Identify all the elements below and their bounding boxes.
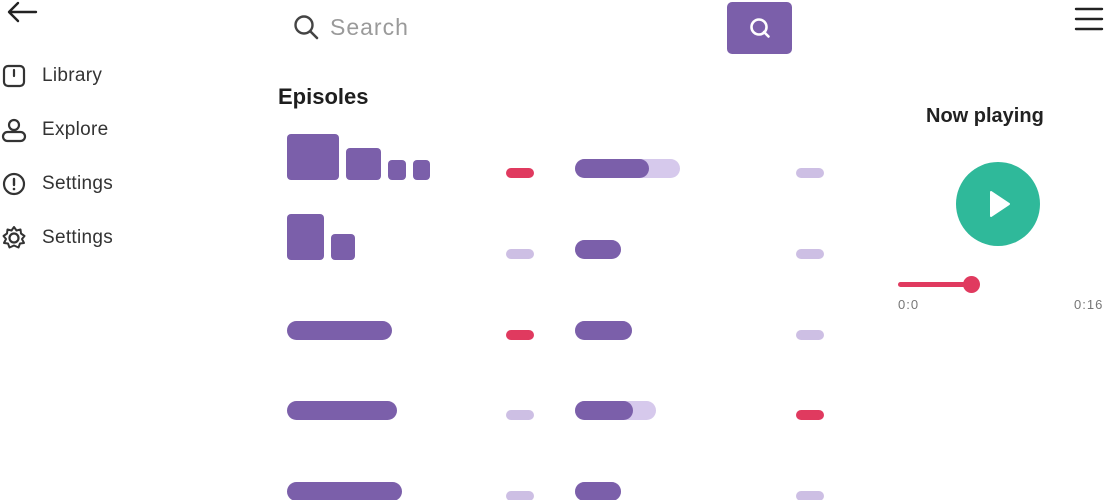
info-icon [0, 170, 28, 198]
sidebar-item-library[interactable]: Library [0, 60, 190, 92]
status-badge [506, 410, 534, 420]
sidebar-item-explore[interactable]: Explore [0, 114, 190, 146]
episode-row[interactable] [280, 130, 840, 190]
progress-bar [575, 159, 680, 178]
episodes-title: Episoles [278, 84, 369, 109]
slider-knob[interactable] [963, 276, 980, 293]
episode-thumbnail [287, 134, 339, 180]
arrow-left-icon [7, 1, 38, 23]
search-button[interactable] [727, 2, 792, 54]
sidebar-item-label: Settings [42, 227, 114, 248]
sidebar-item-label: Explore [42, 119, 109, 140]
progress-bar [575, 401, 656, 420]
duration-badge [796, 168, 824, 178]
progress-fill [575, 321, 632, 340]
profile-icon [0, 116, 28, 144]
duration-badge [796, 330, 824, 340]
episode-thumbnail [346, 148, 381, 180]
menu-button[interactable] [1074, 6, 1104, 32]
duration-badge [796, 249, 824, 259]
progress-fill [575, 482, 621, 500]
progress-bar [575, 321, 632, 340]
sidebar-item-label: Library [42, 65, 103, 86]
status-badge [506, 491, 534, 500]
play-button[interactable] [956, 162, 1040, 246]
progress-fill [575, 159, 649, 178]
episode-thumbnail [287, 214, 324, 260]
play-icon [990, 191, 1010, 217]
back-button[interactable] [4, 0, 40, 26]
duration-badge [796, 410, 824, 420]
playback-slider[interactable] [898, 276, 988, 294]
episode-title-placeholder [287, 321, 392, 340]
episode-row[interactable] [280, 210, 840, 270]
library-icon [0, 62, 28, 90]
search-icon [292, 13, 320, 41]
progress-bar [575, 482, 621, 500]
episode-title-placeholder [287, 482, 402, 500]
search-input[interactable] [330, 10, 700, 44]
sidebar-item-label: Settings [42, 173, 114, 194]
now-playing-title: Now playing [926, 105, 1044, 127]
status-badge [506, 168, 534, 178]
episode-row[interactable] [280, 380, 840, 440]
progress-fill [575, 240, 621, 259]
episode-row[interactable] [280, 300, 840, 360]
progress-fill [575, 401, 634, 420]
slider-track [898, 282, 970, 287]
episode-thumbnail [413, 160, 430, 180]
status-badge [506, 330, 534, 340]
episode-thumbnail [331, 234, 355, 260]
progress-bar [575, 240, 621, 259]
hamburger-icon [1074, 7, 1104, 31]
episode-thumbnail [388, 160, 406, 180]
sidebar-item-settings[interactable]: Settings [0, 222, 190, 254]
status-badge [506, 249, 534, 259]
total-time: 0:16 [1074, 297, 1104, 312]
elapsed-time: 0:0 [898, 297, 920, 312]
search-icon [749, 18, 770, 38]
episode-title-placeholder [287, 401, 397, 420]
gear-icon [0, 224, 28, 252]
sidebar-item-settings-info[interactable]: Settings [0, 168, 190, 200]
episode-row[interactable] [280, 460, 840, 500]
duration-badge [796, 491, 824, 500]
